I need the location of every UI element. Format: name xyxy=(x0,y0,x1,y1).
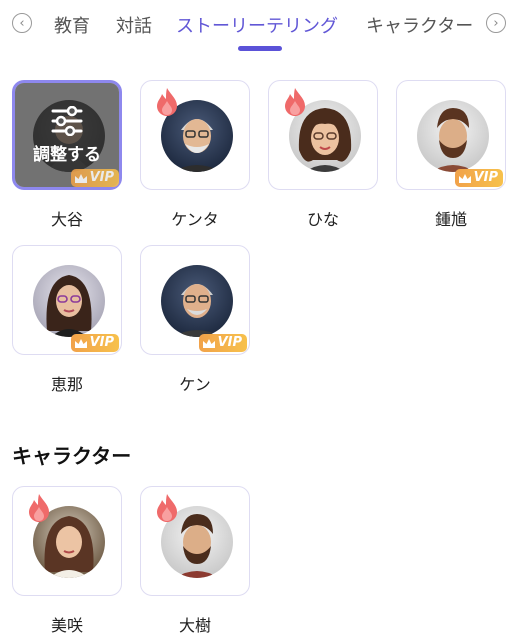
character-card-shoki[interactable]: VIP xyxy=(396,80,506,190)
avatar xyxy=(33,265,105,337)
character-card-hina[interactable] xyxy=(268,80,378,190)
adjust-label: 調整する xyxy=(33,144,101,165)
tab-conversation[interactable]: 対話 xyxy=(116,12,152,38)
category-tab-bar: ‹ 教育 対話 ストーリーテリング キャラクター › xyxy=(0,0,518,58)
character-card-ena[interactable]: VIP xyxy=(12,245,122,355)
character-name: 恵那 xyxy=(50,375,83,394)
flame-icon xyxy=(285,88,305,116)
crown-icon xyxy=(74,173,87,183)
character-card-misaki[interactable] xyxy=(12,486,122,596)
chevron-left-icon: ‹ xyxy=(19,15,25,31)
character-name: ケン xyxy=(179,375,211,394)
sliders-icon xyxy=(51,105,83,136)
avatar xyxy=(161,265,233,337)
tab-storytelling[interactable]: ストーリーテリング xyxy=(176,12,338,38)
character-card-ken[interactable]: VIP xyxy=(140,245,250,355)
chevron-right-icon: › xyxy=(493,15,499,31)
character-name: ひな xyxy=(306,210,339,229)
character-name: 大樹 xyxy=(178,616,211,635)
scroll-right-button[interactable]: › xyxy=(486,13,506,33)
section-title-character: キャラクター xyxy=(12,444,132,468)
vip-badge: VIP xyxy=(70,169,119,187)
vip-badge: VIP xyxy=(454,169,503,187)
character-name: 美咲 xyxy=(50,616,83,635)
scroll-left-button[interactable]: ‹ xyxy=(12,13,32,33)
character-name: ケンタ xyxy=(171,210,219,229)
flame-icon xyxy=(29,494,49,522)
tab-character[interactable]: キャラクター xyxy=(366,12,473,38)
crown-icon xyxy=(458,173,471,183)
flame-icon xyxy=(157,88,177,116)
flame-icon xyxy=(157,494,177,522)
character-card-daiki[interactable] xyxy=(140,486,250,596)
avatar xyxy=(417,100,489,172)
character-card-kenta[interactable] xyxy=(140,80,250,190)
active-tab-indicator xyxy=(238,46,282,51)
tab-education[interactable]: 教育 xyxy=(54,12,90,38)
crown-icon xyxy=(202,338,215,348)
crown-icon xyxy=(74,338,87,348)
vip-badge: VIP xyxy=(70,334,119,352)
character-card-otani[interactable]: 調整する VIP xyxy=(12,80,122,190)
vip-badge: VIP xyxy=(198,334,247,352)
character-name: 大谷 xyxy=(50,210,83,229)
character-name: 鍾馗 xyxy=(434,210,467,229)
